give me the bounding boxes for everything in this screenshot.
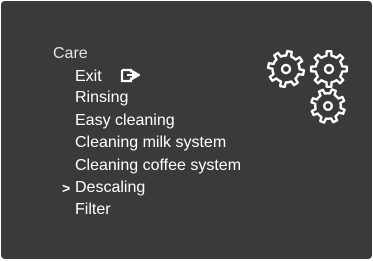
care-menu-list: Exit Rinsing Easy cleaning Cleaning milk… — [62, 67, 241, 224]
menu-item-label: Easy cleaning — [75, 111, 175, 129]
menu-item-label: Filter — [75, 201, 111, 219]
menu-title: Care — [53, 45, 88, 62]
menu-item-label: Rinsing — [75, 89, 129, 107]
menu-item-easy-cleaning[interactable]: Easy cleaning — [75, 112, 241, 134]
exit-icon — [120, 68, 140, 83]
menu-item-exit[interactable]: Exit — [75, 67, 241, 89]
menu-item-label: Cleaning coffee system — [75, 156, 242, 174]
menu-item-label: Cleaning milk system — [75, 134, 227, 152]
menu-item-rinsing[interactable]: Rinsing — [75, 89, 241, 111]
gears-icon — [266, 49, 349, 124]
menu-item-label: Exit — [75, 68, 102, 85]
menu-item-cleaning-coffee-system[interactable]: Cleaning coffee system — [75, 157, 241, 179]
menu-item-label: Descaling — [75, 178, 146, 196]
menu-item-cleaning-milk-system[interactable]: Cleaning milk system — [75, 134, 241, 156]
coffee-machine-display: Care Exit Rinsing Easy cleaning Cleaning… — [1, 1, 372, 259]
menu-item-descaling[interactable]: > Descaling — [62, 178, 241, 201]
menu-item-filter[interactable]: Filter — [75, 201, 241, 223]
selection-marker: > — [62, 179, 71, 196]
